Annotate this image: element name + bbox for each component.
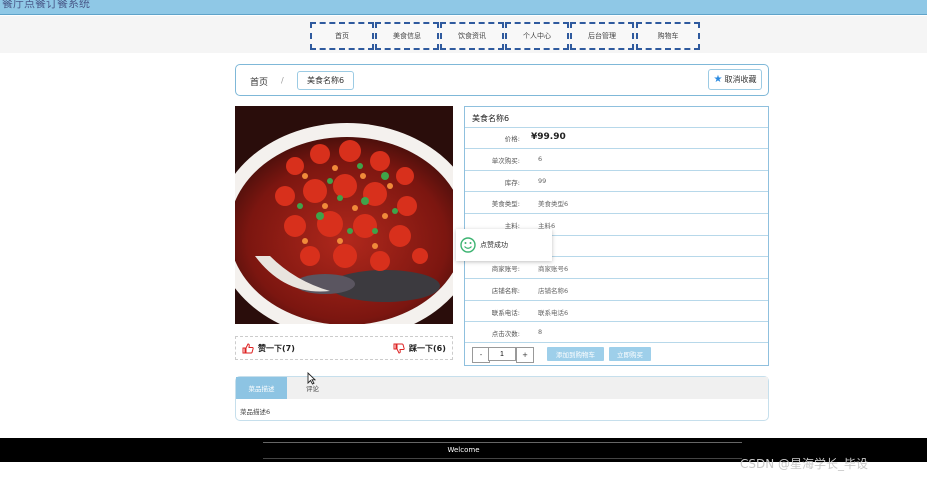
thumbs-up-icon	[242, 343, 254, 354]
stock-label: 库存:	[504, 179, 520, 187]
buy-now-button[interactable]: 立即购买	[609, 347, 651, 361]
breadcrumb-current: 美食名称6	[297, 71, 354, 90]
mouse-cursor-icon	[307, 372, 316, 385]
site-title: 餐厅点餐订餐系统	[2, 0, 90, 10]
quantity-increase-button[interactable]: +	[516, 347, 534, 363]
food-type-label: 美食类型:	[491, 200, 520, 208]
thumbs-down-button[interactable]: 踩一下(6)	[393, 343, 446, 354]
click-count-label: 点击次数:	[491, 330, 520, 338]
thumbs-up-button[interactable]: 赞一下(7)	[242, 343, 295, 354]
food-title: 美食名称6	[472, 114, 510, 123]
single-purchase-label: 单次购买:	[491, 157, 520, 165]
price-value: ¥99.90	[531, 132, 566, 142]
contact-phone-label: 联系电话:	[491, 309, 520, 317]
merchant-account-value: 商家账号6	[538, 265, 569, 273]
food-type-value: 美食类型6	[538, 200, 569, 208]
add-to-cart-button[interactable]: 添加到购物车	[547, 347, 604, 361]
stock-value: 99	[538, 177, 547, 185]
thumbs-down-icon	[393, 343, 405, 354]
shop-name-value: 店铺名称6	[538, 287, 569, 295]
unfavorite-button[interactable]: ★ 取消收藏	[708, 69, 762, 90]
success-toast: 点赞成功	[456, 229, 552, 261]
food-image	[235, 106, 453, 324]
nav-food-info[interactable]: 美食信息	[375, 22, 439, 50]
row-divider	[465, 278, 768, 279]
row-divider	[465, 170, 768, 171]
nav-news[interactable]: 饮食资讯	[440, 22, 504, 50]
breadcrumb-separator: /	[281, 76, 284, 85]
breadcrumb-home-link[interactable]: 首页	[250, 75, 268, 88]
click-count-value: 8	[538, 328, 543, 336]
price-label: 价格:	[504, 135, 520, 143]
unfavorite-label: 取消收藏	[724, 75, 757, 84]
tab-content-text: 菜品描述6	[240, 408, 271, 416]
footer-divider	[263, 458, 742, 459]
shop-name-label: 店铺名称:	[491, 287, 520, 295]
contact-phone-value: 联系电话6	[538, 309, 569, 317]
food-photo-illustration	[235, 106, 453, 324]
quantity-input[interactable]	[488, 347, 516, 361]
thumbs-down-label: 踩一下(6)	[409, 344, 446, 353]
nav-home[interactable]: 首页	[310, 22, 374, 50]
row-divider	[465, 300, 768, 301]
nav-user-center[interactable]: 个人中心	[505, 22, 569, 50]
row-divider	[465, 321, 768, 322]
footer-divider	[263, 442, 742, 443]
toast-text: 点赞成功	[480, 241, 508, 249]
nav-admin[interactable]: 后台管理	[570, 22, 634, 50]
top-bar	[0, 0, 927, 15]
row-divider	[465, 127, 768, 128]
row-divider	[465, 148, 768, 149]
footer-text: Welcome	[447, 446, 480, 454]
tab-description[interactable]: 菜品描述	[236, 377, 287, 399]
nav-cart[interactable]: 购物车	[636, 22, 700, 50]
star-icon: ★	[713, 73, 723, 85]
row-divider	[465, 191, 768, 192]
watermark: CSDN @星海学长_毕设	[740, 457, 869, 471]
thumbs-up-label: 赞一下(7)	[258, 344, 295, 353]
smile-icon	[460, 237, 476, 253]
single-purchase-value: 6	[538, 155, 543, 163]
row-divider	[465, 342, 768, 343]
merchant-account-label: 商家账号:	[491, 265, 520, 273]
row-divider	[465, 213, 768, 214]
